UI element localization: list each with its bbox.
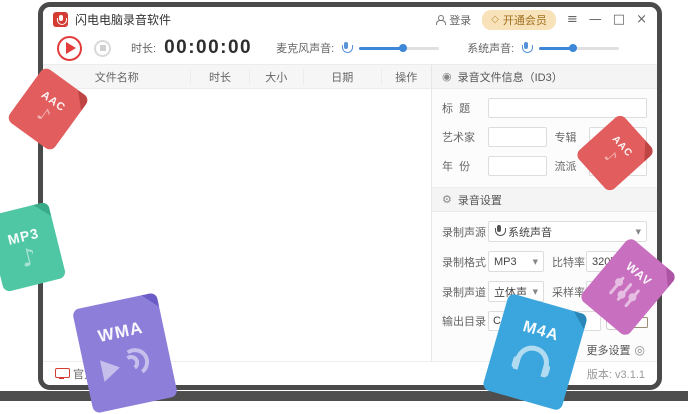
format-value: MP3: [494, 255, 517, 268]
id3-section-header: ◉ 录音文件信息（ID3）: [432, 65, 657, 89]
record-button[interactable]: [57, 35, 82, 61]
more-settings-icon[interactable]: ◎: [635, 343, 645, 357]
close-icon[interactable]: ×: [636, 13, 647, 26]
chevron-down-icon: ▼: [635, 227, 641, 236]
menu-icon[interactable]: ≡: [567, 13, 578, 26]
folded-corner: [656, 266, 678, 288]
gem-icon: ◇: [491, 14, 499, 25]
music-note-icon: ♪: [17, 242, 40, 274]
user-icon: [435, 14, 447, 25]
year-input[interactable]: [488, 156, 547, 176]
app-logo-mic-icon: [53, 12, 68, 27]
badge-label: M4A: [520, 318, 561, 345]
app-title: 闪电电脑录音软件: [75, 13, 172, 27]
login-label: 登录: [449, 14, 472, 27]
record-toolbar: 时长: 00:00:00 麦克风声音: 系统声音:: [43, 32, 657, 65]
id3-header-label: 录音文件信息（ID3）: [457, 71, 563, 84]
settings-header-label: 录音设置: [457, 194, 502, 207]
title-label: 标 题: [442, 103, 471, 115]
disc-icon: ◉: [442, 70, 452, 83]
vip-label: 开通会员: [502, 14, 547, 27]
system-volume-fill: [539, 46, 573, 50]
maximize-icon[interactable]: □: [613, 13, 625, 26]
titlebar-actions: 登录 ◇ 开通会员 ≡ — □ ×: [435, 9, 647, 30]
minimize-icon[interactable]: —: [589, 13, 602, 26]
microphone-icon: [341, 41, 353, 55]
titlebar: 闪电电脑录音软件 登录 ◇ 开通会员 ≡ — □ ×: [43, 7, 657, 32]
badge-label: WMA: [96, 317, 145, 346]
bitrate-label: 比特率: [552, 256, 585, 269]
file-table-header: 文件名称 时长 大小 日期 操作: [43, 65, 431, 89]
mic-volume-fill: [359, 46, 404, 50]
album-label: 专辑: [554, 132, 577, 144]
system-volume-thumb[interactable]: [568, 43, 577, 52]
stop-button[interactable]: [94, 39, 111, 57]
record-play-icon: [66, 42, 76, 54]
format-label: 录制格式: [442, 256, 486, 269]
source-value: 系统声音: [508, 226, 552, 239]
monitor-icon: [55, 368, 70, 379]
gear-icon: ⚙: [442, 193, 452, 206]
output-dir-label: 输出目录: [442, 316, 486, 328]
source-label: 录制声源: [442, 226, 486, 239]
mic-volume-slider[interactable]: [359, 43, 440, 52]
column-date: 日期: [302, 68, 381, 85]
play-sound-icon: [97, 344, 158, 387]
mic-icon: [494, 225, 506, 238]
chevron-down-icon: ▼: [532, 257, 538, 266]
more-settings-link[interactable]: 更多设置: [587, 342, 631, 358]
system-volume-label: 系统声音:: [467, 43, 515, 55]
title-input[interactable]: [488, 98, 647, 118]
mic-glyph: [56, 15, 67, 25]
login-button[interactable]: 登录: [435, 12, 471, 28]
chevron-down-icon: ▼: [532, 287, 538, 296]
format-select[interactable]: MP3 ▼: [488, 251, 544, 272]
channel-label: 录制声道: [442, 286, 486, 299]
artist-input[interactable]: [488, 127, 547, 147]
microphone-icon: [521, 41, 533, 55]
stop-icon: [99, 45, 106, 51]
mic-volume-label: 麦克风声音:: [276, 43, 335, 55]
duration-time: 00:00:00: [164, 37, 253, 58]
vip-membership-button[interactable]: ◇ 开通会员: [482, 9, 556, 30]
music-note-icon: ♪: [600, 146, 622, 167]
system-volume-slider[interactable]: [539, 43, 620, 52]
artist-label: 艺术家: [442, 132, 475, 144]
music-note-icon: ♪: [32, 103, 55, 127]
duration-label: 时长:: [131, 43, 157, 55]
source-select[interactable]: 系统声音 ▼: [488, 221, 647, 242]
settings-section-header: ⚙ 录音设置: [432, 188, 657, 212]
column-duration: 时长: [190, 68, 248, 85]
column-actions: 操作: [380, 68, 431, 85]
version-label: 版本: v3.1.1: [586, 368, 645, 381]
mic-volume-thumb[interactable]: [399, 43, 408, 52]
column-size: 大小: [248, 68, 303, 85]
headphones-icon: [510, 341, 555, 378]
badge-label: MP3: [5, 224, 41, 248]
year-label: 年 份: [442, 161, 471, 173]
